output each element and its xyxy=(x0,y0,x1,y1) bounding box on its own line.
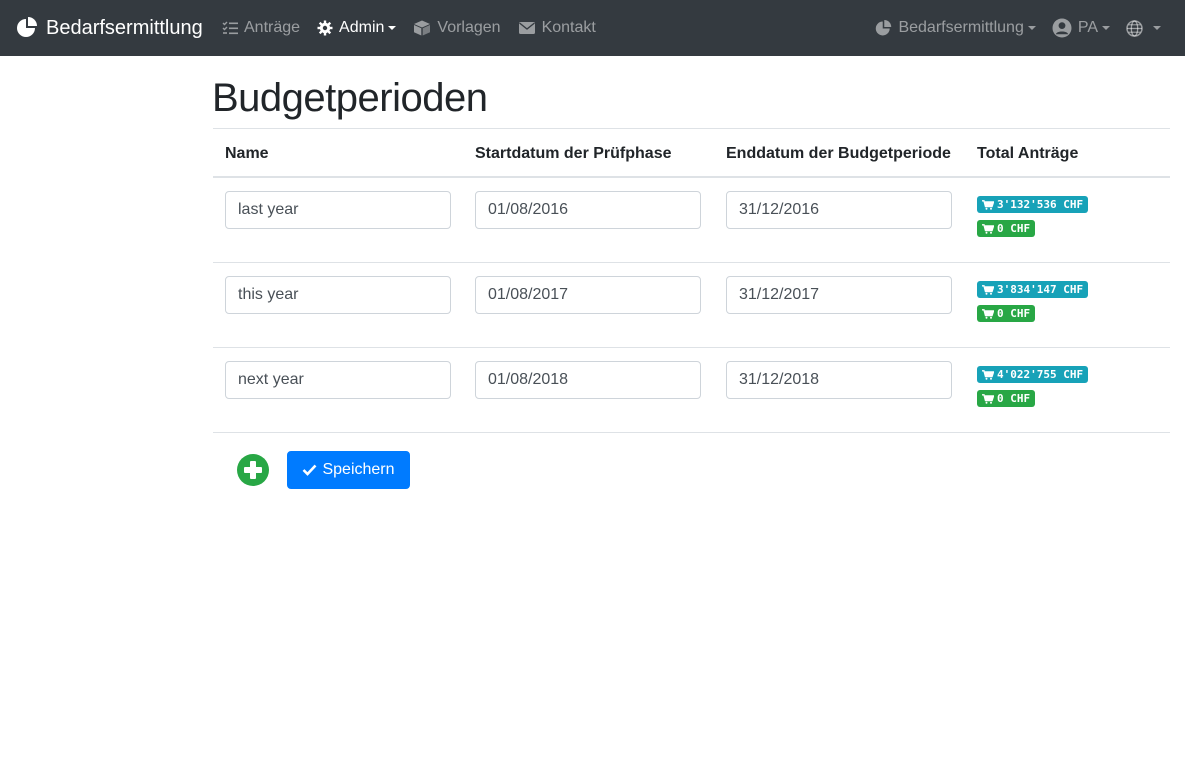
nav-item-antraege[interactable]: Anträge xyxy=(222,19,300,37)
column-header-name: Name xyxy=(225,145,269,162)
language-dropdown[interactable] xyxy=(1126,19,1161,37)
chevron-down-icon xyxy=(1027,26,1036,30)
page-title: Budgetperioden xyxy=(212,76,488,120)
nav-item-admin[interactable]: Admin xyxy=(317,19,397,37)
column-header-end: Enddatum der Budgetperiode xyxy=(726,145,951,162)
total-info-value: 3'834'147 CHF xyxy=(997,283,1084,296)
end-date-input[interactable] xyxy=(726,361,952,399)
app-switch-dropdown[interactable]: Bedarfsermittlung xyxy=(875,19,1036,37)
table-row: 3'834'147 CHF 0 CHF xyxy=(213,263,1170,348)
cart-icon xyxy=(982,393,994,404)
pie-chart-icon xyxy=(17,17,37,37)
total-success-value: 0 CHF xyxy=(997,307,1031,320)
total-antraege-cell: 3'834'147 CHF 0 CHF xyxy=(977,281,1089,329)
save-button-label: Speichern xyxy=(322,461,395,478)
nav-label-antraege: Anträge xyxy=(244,19,301,36)
column-header-total: Total Anträge xyxy=(977,145,1079,162)
add-period-button[interactable] xyxy=(237,454,269,486)
brand-link[interactable]: Bedarfsermittlung xyxy=(16,0,203,56)
start-date-input[interactable] xyxy=(475,361,701,399)
total-info-value: 4'022'755 CHF xyxy=(997,368,1084,381)
cart-icon xyxy=(982,308,994,319)
total-antraege-cell: 4'022'755 CHF 0 CHF xyxy=(977,366,1089,414)
nav-item-kontakt[interactable]: Kontakt xyxy=(518,19,596,37)
budget-periods-table: Name Startdatum der Prüfphase Enddatum d… xyxy=(213,128,1170,433)
nav-label-admin: Admin xyxy=(339,19,385,36)
total-info-badge[interactable]: 3'834'147 CHF xyxy=(977,281,1089,298)
chevron-down-icon xyxy=(1102,26,1110,30)
total-info-value: 3'132'536 CHF xyxy=(997,198,1084,211)
list-check-icon xyxy=(222,21,238,35)
total-info-badge[interactable]: 3'132'536 CHF xyxy=(977,196,1089,213)
cart-icon xyxy=(982,199,994,210)
check-icon xyxy=(303,464,317,476)
user-menu-dropdown[interactable]: PA xyxy=(1052,18,1110,38)
nav-label-kontakt: Kontakt xyxy=(541,19,596,36)
total-info-badge[interactable]: 4'022'755 CHF xyxy=(977,366,1089,383)
chevron-down-icon xyxy=(1153,26,1161,30)
user-circle-icon xyxy=(1052,18,1072,38)
globe-icon xyxy=(1126,19,1143,37)
total-success-badge[interactable]: 0 CHF xyxy=(977,390,1036,407)
app-switch-label: Bedarfsermittlung xyxy=(898,19,1024,36)
total-success-value: 0 CHF xyxy=(997,392,1031,405)
table-header: Name Startdatum der Prüfphase Enddatum d… xyxy=(213,128,1170,178)
box-icon xyxy=(414,20,431,36)
top-navbar: Bedarfsermittlung Anträge Admin Vorlagen… xyxy=(0,0,1185,56)
period-name-input[interactable] xyxy=(225,191,451,229)
start-date-input[interactable] xyxy=(475,191,701,229)
period-name-input[interactable] xyxy=(225,276,451,314)
total-antraege-cell: 3'132'536 CHF 0 CHF xyxy=(977,196,1089,244)
end-date-input[interactable] xyxy=(726,191,952,229)
period-name-input[interactable] xyxy=(225,361,451,399)
plus-circle-icon xyxy=(244,461,262,479)
chevron-down-icon xyxy=(388,26,397,30)
cart-icon xyxy=(982,223,994,234)
start-date-input[interactable] xyxy=(475,276,701,314)
user-initials: PA xyxy=(1077,19,1098,36)
total-success-badge[interactable]: 0 CHF xyxy=(977,220,1036,237)
nav-item-vorlagen[interactable]: Vorlagen xyxy=(413,19,501,37)
pie-chart-icon xyxy=(876,19,892,35)
nav-label-vorlagen: Vorlagen xyxy=(437,19,501,36)
envelope-icon xyxy=(518,22,535,34)
end-date-input[interactable] xyxy=(726,276,952,314)
table-row: 3'132'536 CHF 0 CHF xyxy=(213,178,1170,263)
total-success-value: 0 CHF xyxy=(997,222,1031,235)
brand-label: Bedarfsermittlung xyxy=(46,16,203,39)
cart-icon xyxy=(982,284,994,295)
cart-icon xyxy=(982,369,994,380)
table-row: 4'022'755 CHF 0 CHF xyxy=(213,348,1170,433)
total-success-badge[interactable]: 0 CHF xyxy=(977,305,1036,322)
column-header-start: Startdatum der Prüfphase xyxy=(475,145,672,162)
save-button[interactable]: Speichern xyxy=(287,451,410,489)
gear-icon xyxy=(317,20,333,36)
